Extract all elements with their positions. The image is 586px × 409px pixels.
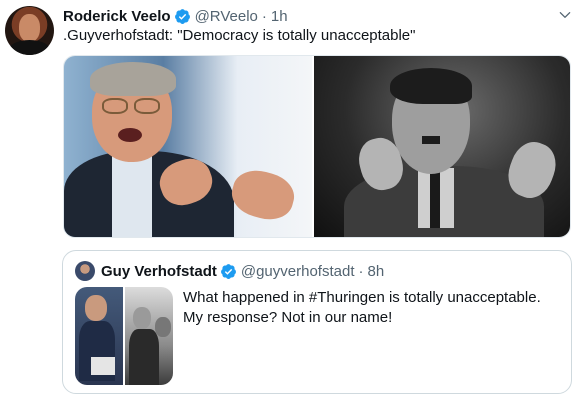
- author-avatar[interactable]: [5, 6, 54, 55]
- quoted-tweet[interactable]: Guy Verhofstadt @guyverhofstadt · 8h Wha…: [62, 250, 572, 394]
- quoted-tweet-timestamp[interactable]: 8h: [367, 263, 384, 280]
- author-name[interactable]: Roderick Veelo: [63, 8, 171, 25]
- separator-dot: ·: [358, 262, 364, 280]
- quoted-media-photo-left[interactable]: [75, 287, 123, 385]
- author-handle[interactable]: @RVeelo: [195, 8, 258, 25]
- quoted-tweet-text: What happened in #Thuringen is totally u…: [183, 288, 563, 328]
- tweet-timestamp[interactable]: 1h: [271, 8, 288, 25]
- quoted-tweet-text-line: What happened in #Thuringen is totally u…: [183, 289, 541, 306]
- quoted-media-photo-right[interactable]: [125, 287, 173, 385]
- media-photo-left[interactable]: [64, 56, 312, 237]
- quoted-tweet-media[interactable]: [75, 287, 173, 385]
- separator-dot: ·: [261, 7, 267, 25]
- tweet-media[interactable]: [63, 55, 571, 238]
- quoted-author-avatar[interactable]: [75, 261, 95, 281]
- chevron-down-icon[interactable]: [558, 8, 572, 22]
- quoted-tweet-text-line: My response? Not in our name!: [183, 309, 393, 326]
- tweet-header: Roderick Veelo @RVeelo · 1h: [63, 6, 288, 26]
- avatar-shirt: [8, 40, 51, 55]
- verified-badge-icon: [174, 8, 190, 24]
- avatar-face: [19, 14, 40, 42]
- quoted-author-handle[interactable]: @guyverhofstadt: [241, 263, 355, 280]
- verified-badge-icon: [220, 263, 236, 279]
- quoted-tweet-header: Guy Verhofstadt @guyverhofstadt · 8h: [101, 260, 384, 282]
- media-photo-right[interactable]: [314, 56, 570, 237]
- tweet-text: .Guyverhofstadt: "Democracy is totally u…: [63, 27, 416, 44]
- quoted-author-name[interactable]: Guy Verhofstadt: [101, 263, 217, 280]
